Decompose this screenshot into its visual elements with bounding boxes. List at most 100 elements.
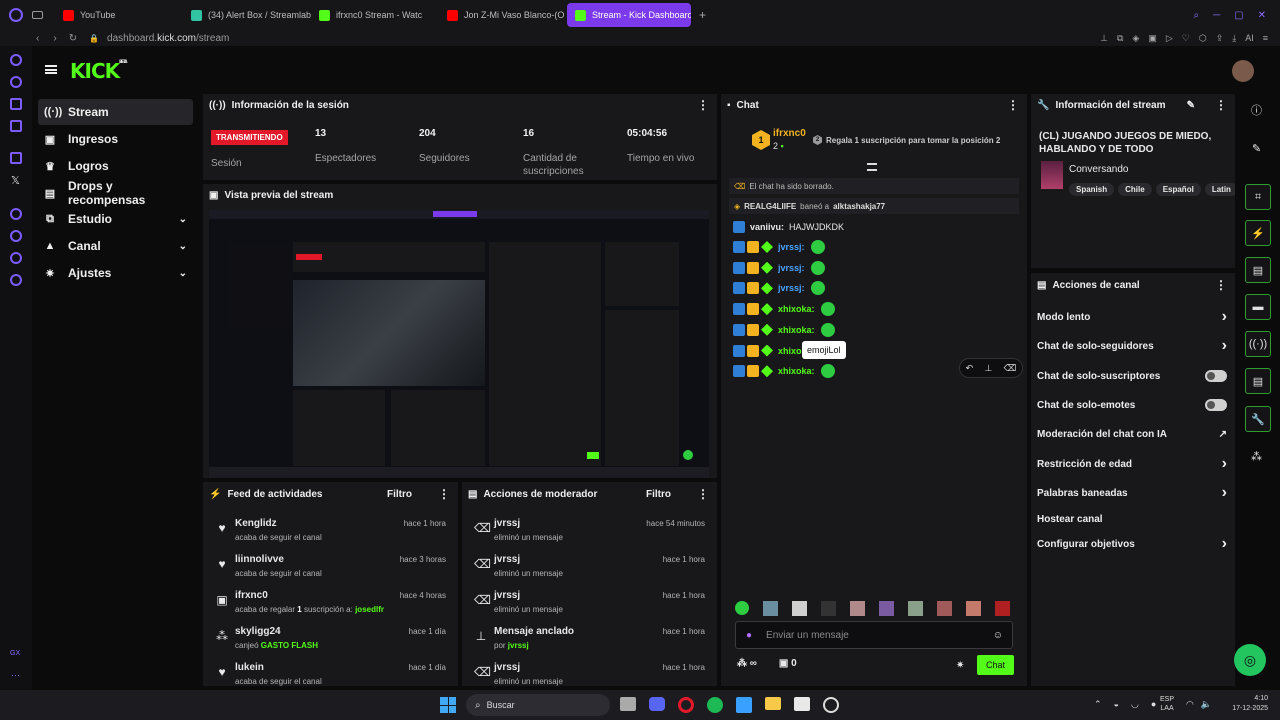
windows-start-icon[interactable] (440, 697, 456, 713)
history-icon[interactable] (10, 230, 22, 242)
spotify-icon[interactable] (707, 697, 723, 713)
sidebar-app-icon[interactable] (10, 98, 22, 110)
tab-alert-box[interactable]: (34) Alert Box / Streamlab (183, 3, 311, 27)
chat-username[interactable]: xhixoka: (778, 304, 815, 314)
url-field[interactable]: dashboard.kick.com/stream (107, 33, 229, 44)
language-indicator[interactable]: ESP LAA (1160, 695, 1174, 713)
help-button[interactable]: ◎ (1234, 644, 1266, 676)
tab-kick-dashboard[interactable]: Stream - Kick Dashboard (567, 3, 691, 27)
mod-filter-button[interactable]: Filtro (646, 489, 671, 500)
stream-preview-video[interactable] (209, 210, 709, 478)
hamburger-menu-icon[interactable] (45, 65, 57, 74)
emote-icon[interactable] (966, 601, 981, 616)
edit-icon[interactable]: ✎ (1252, 142, 1261, 155)
sidebar-item-ajustes[interactable]: ✷ Ajustes ⌄ (38, 260, 193, 286)
microphone-icon[interactable]: ● (1151, 699, 1156, 710)
settings-icon[interactable] (10, 274, 22, 286)
app-icon[interactable] (736, 697, 752, 713)
taskview-icon[interactable] (620, 697, 636, 711)
twitch-icon[interactable] (10, 152, 22, 164)
emote-icon[interactable] (792, 601, 807, 616)
toggle-switch[interactable] (1205, 370, 1227, 382)
toggle-switch[interactable] (1205, 399, 1227, 411)
close-window-icon[interactable]: ✕ (1258, 10, 1266, 21)
tab-manager-icon[interactable] (32, 11, 43, 19)
tag-chip[interactable]: Chile (1118, 183, 1152, 196)
cube-icon[interactable]: ⬡ (1199, 33, 1207, 44)
send-chat-button[interactable]: Chat (977, 655, 1014, 675)
emote-icon[interactable] (820, 302, 835, 317)
wifi-icon[interactable]: ◠ (1186, 699, 1194, 710)
tag-chip[interactable]: Latin (1204, 183, 1235, 196)
chat-username[interactable]: jvrssj: (778, 242, 805, 252)
chat-input[interactable]: ● Enviar un mensaje ☺ (735, 621, 1013, 649)
emote-icon[interactable] (763, 601, 778, 616)
tag-chip[interactable]: Spanish (1069, 183, 1115, 196)
more-options-icon[interactable]: ⋮ (438, 487, 450, 501)
chat-username[interactable]: xhixoka: (778, 325, 815, 335)
rail-more-icon[interactable]: ⁂ (1251, 450, 1262, 463)
undo-icon[interactable]: ↶ (966, 363, 974, 374)
x-icon[interactable]: 𝕏 (11, 174, 20, 187)
snapshot-icon[interactable]: ⧉ (1117, 33, 1123, 44)
more-options-icon[interactable]: ⋮ (697, 98, 709, 112)
emote-icon[interactable] (820, 364, 835, 379)
channel-action-row[interactable]: Chat de solo-suscriptores (1037, 366, 1227, 386)
sidebar-item-estudio[interactable]: ⧉ Estudio ⌄ (38, 206, 193, 232)
more-options-icon[interactable]: ⋮ (1007, 98, 1019, 112)
sidebar-app-icon[interactable] (10, 54, 22, 66)
microphone-icon[interactable]: ● (746, 630, 752, 641)
emote-icon[interactable] (810, 281, 825, 296)
category-name[interactable]: Conversando (1069, 164, 1128, 175)
chevron-up-icon[interactable]: ⌃ (1094, 699, 1102, 710)
new-tab-button[interactable]: + (699, 8, 706, 22)
opera-icon[interactable] (678, 697, 694, 713)
emote-icon[interactable] (735, 601, 749, 615)
rail-list-button[interactable]: ▤ (1245, 257, 1271, 283)
sidebar-item-stream[interactable]: ((·)) Stream (38, 99, 193, 125)
emote-icon[interactable] (810, 260, 825, 275)
ai-icon[interactable]: AI (1245, 33, 1254, 44)
chat-settings-icon[interactable]: ✷ (956, 660, 964, 671)
channel-action-row[interactable]: Configurar objetivos › (1037, 534, 1227, 554)
file-explorer-icon[interactable] (765, 697, 781, 710)
collapse-leaderboard-icon[interactable] (867, 163, 877, 171)
emote-icon[interactable] (995, 601, 1010, 616)
category-thumbnail[interactable] (1041, 161, 1063, 189)
more-options-icon[interactable]: ⋮ (1215, 278, 1227, 292)
channel-action-row[interactable]: Moderación del chat con IA ↗ (1037, 424, 1227, 444)
more-icon[interactable]: ··· (11, 670, 20, 680)
emote-icon[interactable] (908, 601, 923, 616)
channel-action-row[interactable]: Hostear canal (1037, 509, 1227, 529)
forward-icon[interactable]: › (53, 33, 56, 44)
sidebar-item-canal[interactable]: ▲ Canal ⌄ (38, 233, 193, 259)
more-options-icon[interactable]: ⋮ (697, 487, 709, 501)
shield-icon[interactable]: ◈ (1132, 33, 1139, 44)
minimize-icon[interactable]: ─ (1213, 10, 1220, 21)
reload-icon[interactable]: ↻ (69, 33, 77, 44)
rail-broadcast-button[interactable]: ((·)) (1245, 331, 1271, 357)
emoji-icon[interactable]: ☺ (993, 630, 1003, 641)
tab-jon-z[interactable]: Jon Z-Mi Vaso Blanco-(O (439, 3, 567, 27)
emote-icon[interactable] (850, 601, 865, 616)
gift-counter[interactable]: ▣ 0 (779, 658, 797, 669)
clock[interactable]: 4:10 17-12-2025 (1220, 694, 1268, 714)
wifi-icon[interactable]: ◡ (1131, 699, 1139, 710)
tab-kick-stream[interactable]: ifrxnc0 Stream - Watc (311, 3, 439, 27)
sidebar-item-drops[interactable]: ▤ Drops y recompensas (38, 179, 193, 207)
channel-action-row[interactable]: Restricción de edad › (1037, 454, 1227, 474)
rail-wrench-button[interactable]: 🔧 (1245, 406, 1271, 432)
menu-icon[interactable]: ≡ (1263, 33, 1268, 44)
points-indicator[interactable]: ⁂ ∞ (737, 658, 757, 669)
sidebar-item-ingresos[interactable]: ▣ Ingresos (38, 126, 193, 152)
heart-icon[interactable]: ♡ (1182, 33, 1190, 44)
kick-logo[interactable]: KICKBETA (70, 59, 127, 83)
extensions-icon[interactable] (10, 252, 22, 264)
gx-icon[interactable]: GX (10, 650, 20, 657)
sidebar-app-icon[interactable] (10, 76, 22, 88)
more-options-icon[interactable]: ⋮ (1215, 98, 1227, 112)
rail-actions-button[interactable]: ▤ (1245, 368, 1271, 394)
back-icon[interactable]: ‹ (36, 33, 39, 44)
channel-action-row[interactable]: Chat de solo-emotes (1037, 395, 1227, 415)
share-icon[interactable]: ⇪ (1216, 33, 1224, 44)
